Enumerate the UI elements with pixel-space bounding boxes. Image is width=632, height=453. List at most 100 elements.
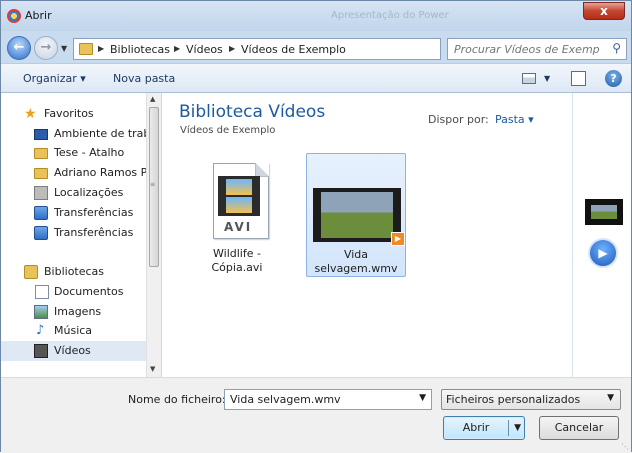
- sidebar-item-label: Adriano Ramos Pi: [54, 166, 146, 179]
- sidebar-item-label: Transferências: [54, 206, 134, 219]
- new-folder-button[interactable]: Nova pasta: [113, 72, 175, 85]
- documents-icon: [35, 285, 49, 299]
- command-bar: Organizar ▾ Nova pasta ▼ ?: [1, 63, 631, 93]
- window-title: Abrir: [25, 9, 52, 22]
- sidebar-item-musica[interactable]: ♪ Música: [1, 321, 146, 341]
- sidebar-item-label: Transferências: [54, 226, 134, 239]
- desktop-icon: [34, 129, 48, 140]
- sidebar-item-label: Imagens: [54, 305, 102, 318]
- sidebar-item-label: Favoritos: [44, 107, 94, 120]
- sidebar-item-adriano-ramos[interactable]: Adriano Ramos Pi: [1, 163, 146, 183]
- filetype-select[interactable]: Ficheiros personalizados ▼: [441, 389, 621, 410]
- recent-locations-dropdown[interactable]: ▼: [61, 44, 67, 53]
- file-name-line1: Wildlife -: [213, 247, 261, 260]
- help-icon[interactable]: ?: [605, 70, 622, 87]
- search-icon[interactable]: ⚲: [612, 41, 621, 55]
- navigation-scrollbar[interactable]: ▲ ≡ ▼: [146, 93, 161, 377]
- filetype-value: Ficheiros personalizados: [446, 393, 581, 406]
- play-icon[interactable]: ▶: [588, 238, 618, 268]
- sidebar-item-label: Bibliotecas: [44, 265, 105, 278]
- app-icon: [7, 9, 21, 23]
- sidebar-item-videos[interactable]: Vídeos: [1, 341, 146, 361]
- open-options-chevron-down-icon[interactable]: ▼: [514, 417, 521, 439]
- open-button[interactable]: Abrir ▼: [443, 416, 525, 440]
- breadcrumb-videos[interactable]: Vídeos: [186, 43, 223, 56]
- sidebar-item-label: Música: [54, 324, 93, 337]
- film-frame: [226, 179, 252, 195]
- downloads-icon: [34, 226, 48, 240]
- folder-icon: [34, 148, 48, 159]
- sidebar-item-favoritos[interactable]: ★ Favoritos: [1, 104, 146, 124]
- background-window-title: Apresentação do Power: [331, 10, 449, 21]
- sidebar-item-transferencias-2[interactable]: Transferências: [1, 223, 146, 243]
- search-input[interactable]: [452, 41, 602, 57]
- video-frame-image: [321, 192, 393, 238]
- library-subtitle: Vídeos de Exemplo: [180, 125, 276, 136]
- sidebar-item-documentos[interactable]: Documentos: [1, 282, 146, 302]
- page-fold: [255, 163, 269, 177]
- avi-file-icon: AVI: [213, 163, 269, 239]
- video-thumbnail-icon: ▶: [313, 188, 405, 246]
- sidebar-item-tese-atalho[interactable]: Tese - Atalho: [1, 143, 146, 163]
- dialog-footer: Nome do ficheiro: ▼ Ficheiros personaliz…: [1, 377, 631, 453]
- folder-icon: [79, 43, 93, 55]
- change-view-icon[interactable]: [522, 73, 536, 84]
- scroll-down-icon[interactable]: ▼: [150, 365, 155, 373]
- file-type-badge: AVI: [224, 220, 253, 234]
- file-list-pane: Biblioteca Vídeos Vídeos de Exemplo Disp…: [162, 93, 572, 377]
- preview-thumbnail: [585, 199, 623, 225]
- sidebar-item-ambiente-de-trabalho[interactable]: Ambiente de trabalho: [1, 124, 146, 144]
- breadcrumb-videos-de-exemplo[interactable]: Vídeos de Exemplo: [241, 43, 346, 56]
- sidebar-item-localizacoes[interactable]: Localizações: [1, 183, 146, 203]
- arrange-by-dropdown[interactable]: Pasta ▾: [495, 113, 534, 126]
- view-options-chevron-down-icon[interactable]: ▼: [544, 74, 550, 83]
- music-icon: ♪: [36, 323, 45, 338]
- pictures-icon: [34, 305, 48, 319]
- filename-combobox[interactable]: ▼: [224, 389, 432, 410]
- library-title: Biblioteca Vídeos: [179, 102, 326, 122]
- chevron-right-icon: ▶: [229, 44, 236, 53]
- folder-icon: [34, 168, 48, 179]
- videos-icon: [34, 344, 48, 358]
- cancel-button[interactable]: Cancelar: [539, 416, 619, 440]
- sidebar-item-label: Localizações: [54, 186, 124, 199]
- chevron-right-icon: ▶: [174, 44, 181, 53]
- sidebar-item-bibliotecas[interactable]: Bibliotecas: [1, 262, 146, 282]
- recent-places-icon: [34, 186, 48, 200]
- back-button[interactable]: ←: [7, 36, 31, 60]
- filename-label: Nome do ficheiro:: [128, 393, 226, 406]
- file-item-wildlife-copia-avi[interactable]: AVI Wildlife - Cópia.avi: [187, 155, 287, 279]
- close-button[interactable]: x: [583, 2, 625, 20]
- split-divider: [508, 420, 509, 436]
- star-icon: ★: [24, 106, 37, 122]
- organize-button[interactable]: Organizar ▾: [23, 72, 86, 85]
- open-file-dialog: Abrir Apresentação do Power x ← → ▼ ▶ Bi…: [0, 0, 632, 453]
- file-name-line1: Vida: [343, 248, 369, 261]
- navigation-pane: ★ Favoritos Ambiente de trabalho Tese - …: [1, 93, 161, 377]
- file-item-vida-selvagem-wmv[interactable]: ▶ Vida selvagem.wmv: [306, 153, 406, 277]
- preview-pane: ▶: [572, 93, 631, 377]
- libraries-icon: [24, 265, 38, 279]
- downloads-icon: [34, 206, 48, 220]
- sidebar-item-transferencias[interactable]: Transferências: [1, 203, 146, 223]
- film-strip: [218, 176, 260, 216]
- scrollbar-grip-icon: ≡: [150, 181, 156, 188]
- forward-button[interactable]: →: [34, 36, 58, 60]
- search-box[interactable]: ⚲: [447, 38, 627, 60]
- chevron-right-icon: ▶: [98, 44, 105, 53]
- resize-grip-icon[interactable]: ⋱: [621, 442, 629, 451]
- arrange-by-label: Dispor por:: [428, 113, 489, 126]
- chevron-down-icon[interactable]: ▼: [607, 393, 614, 403]
- sidebar-item-label: Tese - Atalho: [54, 146, 125, 159]
- preview-pane-icon[interactable]: [571, 71, 586, 86]
- address-bar[interactable]: ▶ Bibliotecas ▶ Vídeos ▶ Vídeos de Exemp…: [73, 38, 506, 60]
- chevron-down-icon[interactable]: ▼: [419, 393, 426, 403]
- sidebar-item-imagens[interactable]: Imagens: [1, 302, 146, 322]
- scroll-up-icon[interactable]: ▲: [150, 95, 155, 103]
- filename-input[interactable]: [228, 392, 408, 407]
- play-badge-icon: ▶: [391, 232, 405, 246]
- title-bar: Abrir Apresentação do Power x: [1, 1, 631, 31]
- file-name-line2: selvagem.wmv: [314, 262, 398, 275]
- breadcrumb-bibliotecas[interactable]: Bibliotecas: [110, 43, 170, 56]
- sidebar-item-label: Documentos: [54, 285, 124, 298]
